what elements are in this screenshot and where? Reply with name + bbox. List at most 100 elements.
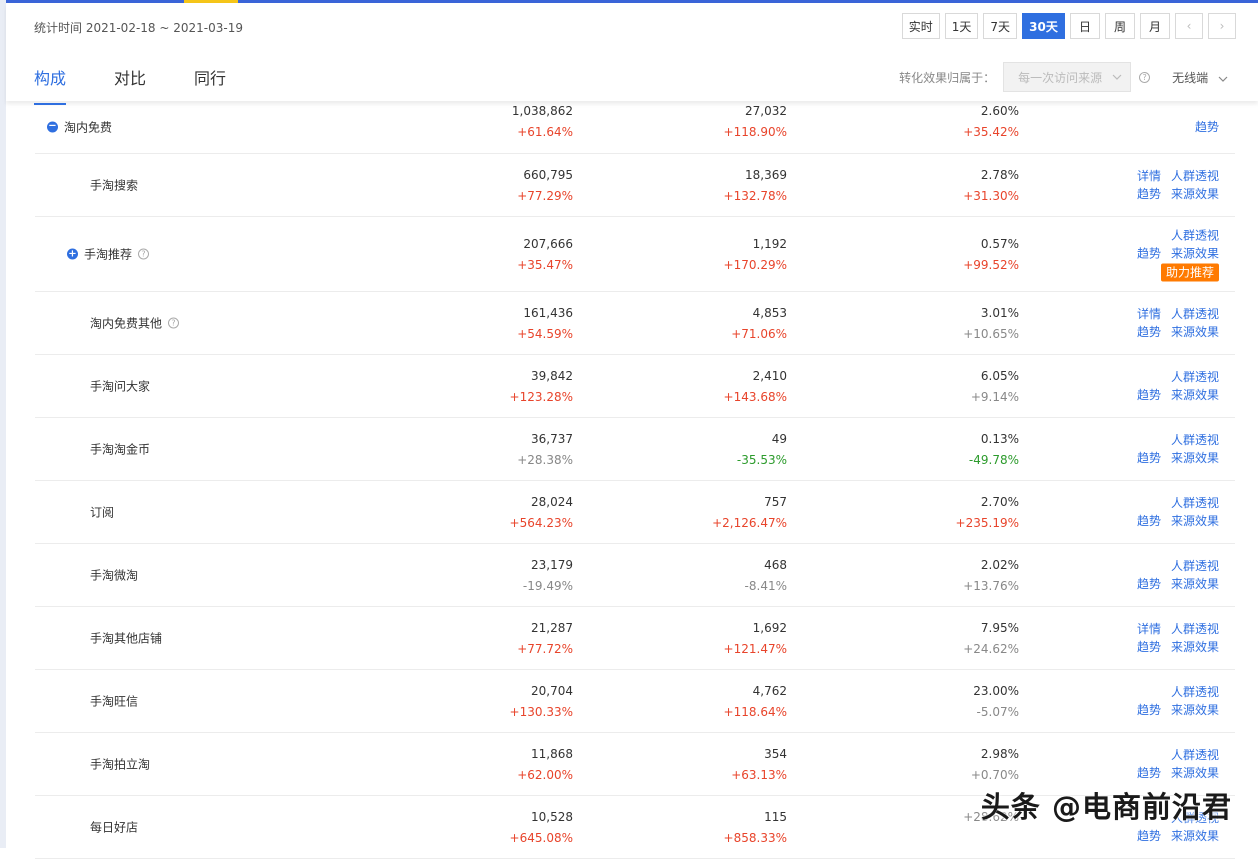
metric-cell-1: 28,024+564.23%	[510, 492, 573, 534]
metric-cell-3: 2.98%+0.70%	[971, 744, 1019, 786]
metric-cell-2: 49-35.53%	[737, 429, 787, 471]
metric-change: +35.42%	[963, 122, 1019, 143]
action-link[interactable]: 来源效果	[1171, 386, 1219, 404]
action-line: 详情人群透视	[1137, 620, 1219, 638]
help-icon[interactable]: ?	[138, 249, 149, 260]
metric-change: +13.76%	[963, 576, 1019, 597]
table-row: 手淘问大家39,842+123.28%2,410+143.68%6.05%+9.…	[35, 355, 1235, 418]
metric-change: +62.00%	[517, 765, 573, 786]
collapse-icon[interactable]: −	[47, 121, 58, 132]
action-link[interactable]: 趋势	[1137, 245, 1161, 263]
source-name-cell: 订阅	[90, 504, 114, 521]
action-link[interactable]: 人群透视	[1171, 557, 1219, 575]
period-30day-button[interactable]: 30天	[1022, 13, 1065, 39]
action-link[interactable]: 趋势	[1137, 575, 1161, 593]
action-line: 趋势来源效果	[1137, 449, 1219, 467]
metric-value: 6.05%	[971, 366, 1019, 387]
action-link[interactable]: 趋势	[1137, 764, 1161, 782]
expand-icon[interactable]: +	[67, 249, 78, 260]
action-link[interactable]: 人群透视	[1171, 368, 1219, 386]
metric-value: 39,842	[510, 366, 573, 387]
action-link[interactable]: 详情	[1137, 167, 1161, 185]
action-line: 趋势来源效果	[1137, 701, 1219, 719]
table-row: 订阅28,024+564.23%757+2,126.47%2.70%+235.1…	[35, 481, 1235, 544]
row-actions: 人群透视趋势来源效果	[1137, 683, 1219, 719]
attribution-label: 转化效果归属于：	[899, 69, 995, 86]
chevron-left-icon: ‹	[1187, 19, 1192, 33]
action-link[interactable]: 人群透视	[1171, 494, 1219, 512]
action-link[interactable]: 人群透视	[1171, 683, 1219, 701]
action-link[interactable]: 趋势	[1137, 638, 1161, 656]
action-link[interactable]: 来源效果	[1171, 827, 1219, 845]
action-link[interactable]: 人群透视	[1171, 431, 1219, 449]
period-week-button[interactable]: 周	[1105, 13, 1135, 39]
metric-change: +9.14%	[971, 387, 1019, 408]
action-line: 人群透视	[1171, 494, 1219, 512]
action-link[interactable]: 来源效果	[1171, 575, 1219, 593]
action-link[interactable]: 来源效果	[1171, 638, 1219, 656]
action-link[interactable]: 趋势	[1137, 449, 1161, 467]
device-select[interactable]: 无线端	[1172, 69, 1228, 86]
next-period-button[interactable]: ›	[1208, 13, 1236, 39]
metric-change: +63.13%	[731, 765, 787, 786]
metric-value: 0.13%	[969, 429, 1019, 450]
tab-compare[interactable]: 对比	[114, 65, 146, 105]
action-line: 趋势	[1195, 118, 1219, 136]
action-link[interactable]: 来源效果	[1171, 245, 1219, 263]
action-link[interactable]: 来源效果	[1171, 323, 1219, 341]
action-link[interactable]: 人群透视	[1171, 227, 1219, 245]
metric-change: +143.68%	[724, 387, 787, 408]
boost-recommend-badge[interactable]: 助力推荐	[1161, 264, 1219, 282]
action-link[interactable]: 趋势	[1137, 701, 1161, 719]
source-name: 手淘推荐	[84, 246, 132, 263]
chevron-down-icon	[1112, 74, 1122, 80]
metric-cell-3: 2.70%+235.19%	[956, 492, 1019, 534]
tab-peers[interactable]: 同行	[194, 65, 226, 105]
metric-cell-2: 4,853+71.06%	[731, 303, 787, 345]
action-link[interactable]: 来源效果	[1171, 764, 1219, 782]
action-link[interactable]: 来源效果	[1171, 512, 1219, 530]
period-day-button[interactable]: 日	[1070, 13, 1100, 39]
action-link[interactable]: 人群透视	[1171, 167, 1219, 185]
table-row: 手淘微淘23,179-19.49%468-8.41%2.02%+13.76%人群…	[35, 544, 1235, 607]
metric-change: -19.49%	[523, 576, 573, 597]
action-link[interactable]: 人群透视	[1171, 305, 1219, 323]
action-link[interactable]: 来源效果	[1171, 449, 1219, 467]
action-link[interactable]: 趋势	[1137, 827, 1161, 845]
metric-change: +2,126.47%	[712, 513, 787, 534]
action-link[interactable]: 趋势	[1137, 386, 1161, 404]
table-row: 手淘搜索660,795+77.29%18,369+132.78%2.78%+31…	[35, 154, 1235, 217]
metric-cell-3: 3.01%+10.65%	[963, 303, 1019, 345]
tab-composition[interactable]: 构成	[34, 65, 66, 105]
metric-value: 21,287	[517, 618, 573, 639]
action-link[interactable]: 来源效果	[1171, 185, 1219, 203]
action-link[interactable]: 趋势	[1137, 512, 1161, 530]
help-icon[interactable]: ?	[168, 318, 179, 329]
view-tabs: 构成 对比 同行	[34, 65, 274, 105]
action-link[interactable]: 详情	[1137, 620, 1161, 638]
help-icon[interactable]: ?	[1139, 72, 1150, 83]
action-link[interactable]: 趋势	[1137, 185, 1161, 203]
period-realtime-button[interactable]: 实时	[902, 13, 940, 39]
metric-change: +28.38%	[517, 450, 573, 471]
source-name: 淘内免费其他	[90, 315, 162, 332]
metric-cell-3: 2.02%+13.76%	[963, 555, 1019, 597]
action-link[interactable]: 人群透视	[1171, 746, 1219, 764]
metric-cell-3: 2.60%+35.42%	[963, 101, 1019, 143]
metric-cell-2: 354+63.13%	[731, 744, 787, 786]
source-name: 手淘拍立淘	[90, 756, 150, 773]
watermark: 头条 @电商前沿君	[981, 784, 1232, 826]
action-link[interactable]: 详情	[1137, 305, 1161, 323]
metric-value: 49	[737, 429, 787, 450]
metric-cell-3: 0.57%+99.52%	[963, 234, 1019, 276]
action-link[interactable]: 来源效果	[1171, 701, 1219, 719]
action-link[interactable]: 人群透视	[1171, 620, 1219, 638]
action-link[interactable]: 趋势	[1195, 118, 1219, 136]
period-1day-button[interactable]: 1天	[945, 13, 979, 39]
source-name: 订阅	[90, 504, 114, 521]
attribution-select[interactable]: 每一次访问来源	[1003, 62, 1131, 92]
prev-period-button[interactable]: ‹	[1175, 13, 1203, 39]
period-month-button[interactable]: 月	[1140, 13, 1170, 39]
action-link[interactable]: 趋势	[1137, 323, 1161, 341]
period-7day-button[interactable]: 7天	[983, 13, 1017, 39]
